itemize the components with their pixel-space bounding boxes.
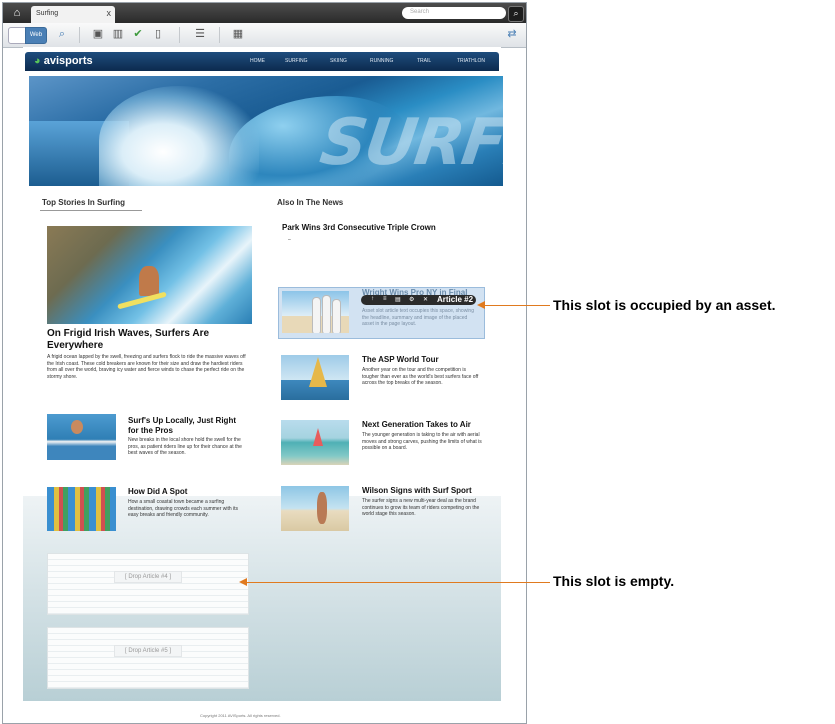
surfer-figure xyxy=(317,492,327,524)
toolbar-divider xyxy=(179,27,180,43)
section-top-stories: Top Stories In Surfing xyxy=(42,198,125,207)
asset-summary: Asset slot article text occupies this sp… xyxy=(362,308,474,327)
search-icon[interactable]: ⌕ xyxy=(55,27,69,41)
search-icon[interactable]: ⌕ xyxy=(508,6,524,22)
page-footer: Copyright 2011 AVISports. All rights res… xyxy=(200,713,281,718)
empty-slot-article-4[interactable]: [ Drop Article #4 ] xyxy=(47,553,249,615)
asset-badge: Article #2 xyxy=(437,295,474,304)
story-image-1[interactable] xyxy=(47,414,116,460)
mode-toggle-blank[interactable] xyxy=(8,27,26,44)
logo-icon: ◕ xyxy=(34,55,44,67)
nav-item-trail[interactable]: TRAIL xyxy=(417,58,431,64)
windsurf-sail xyxy=(309,357,327,387)
news-summary-1: Another year on the tour and the competi… xyxy=(362,367,479,386)
nav-item-triathlon[interactable]: TRIATHLON xyxy=(457,58,485,64)
news-first-dash: – xyxy=(288,237,291,243)
document-tab[interactable]: Surfing x xyxy=(31,6,115,23)
story-headline-1[interactable]: Surf's Up Locally, Just Right for the Pr… xyxy=(128,416,248,436)
approve-icon[interactable]: ✔ xyxy=(131,27,145,41)
news-headline-3[interactable]: Wilson Signs with Surf Sport xyxy=(362,486,487,496)
nav-item-home[interactable]: HOME xyxy=(250,58,265,64)
hero-wave-foam xyxy=(99,86,259,186)
drop-article-5-label: [ Drop Article #5 ] xyxy=(114,645,182,657)
tab-title: Surfing xyxy=(36,10,59,17)
empty-slot-article-5[interactable]: [ Drop Article #5 ] xyxy=(47,627,249,689)
toolbar-divider xyxy=(219,27,220,43)
story-image-2[interactable] xyxy=(47,487,116,531)
mode-toggle-web[interactable]: Web xyxy=(25,27,47,44)
surfboard xyxy=(322,295,331,333)
story-headline-2[interactable]: How Did A Spot xyxy=(128,487,248,497)
news-headline-2[interactable]: Next Generation Takes to Air xyxy=(362,420,487,430)
delete-icon[interactable]: ▯ xyxy=(151,27,165,41)
section-underline xyxy=(40,210,142,211)
annotation-arrowhead-empty xyxy=(239,578,247,586)
layout-icon[interactable]: ☰ xyxy=(193,27,207,41)
main-story-headline[interactable]: On Frigid Irish Waves, Surfers Are Every… xyxy=(47,328,253,352)
news-summary-2: The younger generation is taking to the … xyxy=(362,432,482,451)
move-icon[interactable]: ↑ xyxy=(371,296,374,302)
section-also-in-news: Also In The News xyxy=(277,198,344,207)
nav-item-skiing[interactable]: SKIING xyxy=(330,58,347,64)
main-story-summary: A frigid ocean lapped by the swell, free… xyxy=(47,354,246,380)
save-icon[interactable]: ▣ xyxy=(91,27,105,41)
refresh-icon[interactable]: ⇄ xyxy=(505,27,519,41)
annotation-arrow-empty xyxy=(246,582,550,583)
search-input[interactable]: Search xyxy=(402,7,506,19)
home-icon[interactable]: ⌂ xyxy=(7,6,27,20)
site-logo[interactable]: ◕ avisports xyxy=(34,55,93,67)
news-headline-1[interactable]: The ASP World Tour xyxy=(362,355,487,365)
story-summary-1: New breaks in the local shore hold the s… xyxy=(128,437,242,456)
site-header: ◕ avisports HOME SURFING SKIING RUNNING … xyxy=(25,52,499,71)
nav-item-running[interactable]: RUNNING xyxy=(370,58,393,64)
annotation-occupied: This slot is occupied by an asset. xyxy=(553,297,776,313)
toolbar-divider xyxy=(79,27,80,43)
kite-sail xyxy=(313,428,323,446)
close-icon[interactable]: x xyxy=(107,8,112,18)
surfer-figure xyxy=(139,266,159,296)
news-headline-first[interactable]: Park Wins 3rd Consecutive Triple Crown xyxy=(282,223,492,233)
news-image-3[interactable] xyxy=(281,486,349,531)
nav-item-surfing[interactable]: SURFING xyxy=(285,58,308,64)
hero-title: SURFING xyxy=(315,106,503,180)
annotation-empty: This slot is empty. xyxy=(553,573,675,589)
annotation-arrow-occupied xyxy=(484,305,550,306)
surfboard xyxy=(312,297,321,333)
drop-article-4-label: [ Drop Article #4 ] xyxy=(114,571,182,583)
editor-toolbar: Web ⌕ ▣ ▥ ✔ ▯ ☰ ▦ ⇄ xyxy=(3,23,526,48)
person-figure xyxy=(71,420,83,434)
annotation-arrowhead-occupied xyxy=(477,301,485,309)
news-image-1[interactable] xyxy=(281,355,349,400)
news-summary-3: The surfer signs a new multi-year deal a… xyxy=(362,498,480,517)
asset-image[interactable] xyxy=(282,291,349,333)
logo-text: avisports xyxy=(43,55,93,67)
news-image-2[interactable] xyxy=(281,420,349,465)
layout-icon[interactable]: ▤ xyxy=(395,296,401,303)
menu-icon[interactable]: ≡ xyxy=(383,296,387,302)
surfboard xyxy=(332,299,341,333)
preview-icon[interactable]: ▦ xyxy=(231,27,245,41)
remove-icon[interactable]: ✕ xyxy=(423,296,428,303)
search-placeholder: Search xyxy=(410,9,430,15)
story-summary-2: How a small coastal town became a surfin… xyxy=(128,499,239,518)
main-story-image[interactable] xyxy=(47,226,252,324)
tab-bar: ⌂ Surfing x Search ⌕ xyxy=(3,3,526,23)
settings-icon[interactable]: ⚙ xyxy=(409,296,414,303)
hero-banner: SURFING xyxy=(29,76,503,186)
checkin-icon[interactable]: ▥ xyxy=(111,27,125,41)
